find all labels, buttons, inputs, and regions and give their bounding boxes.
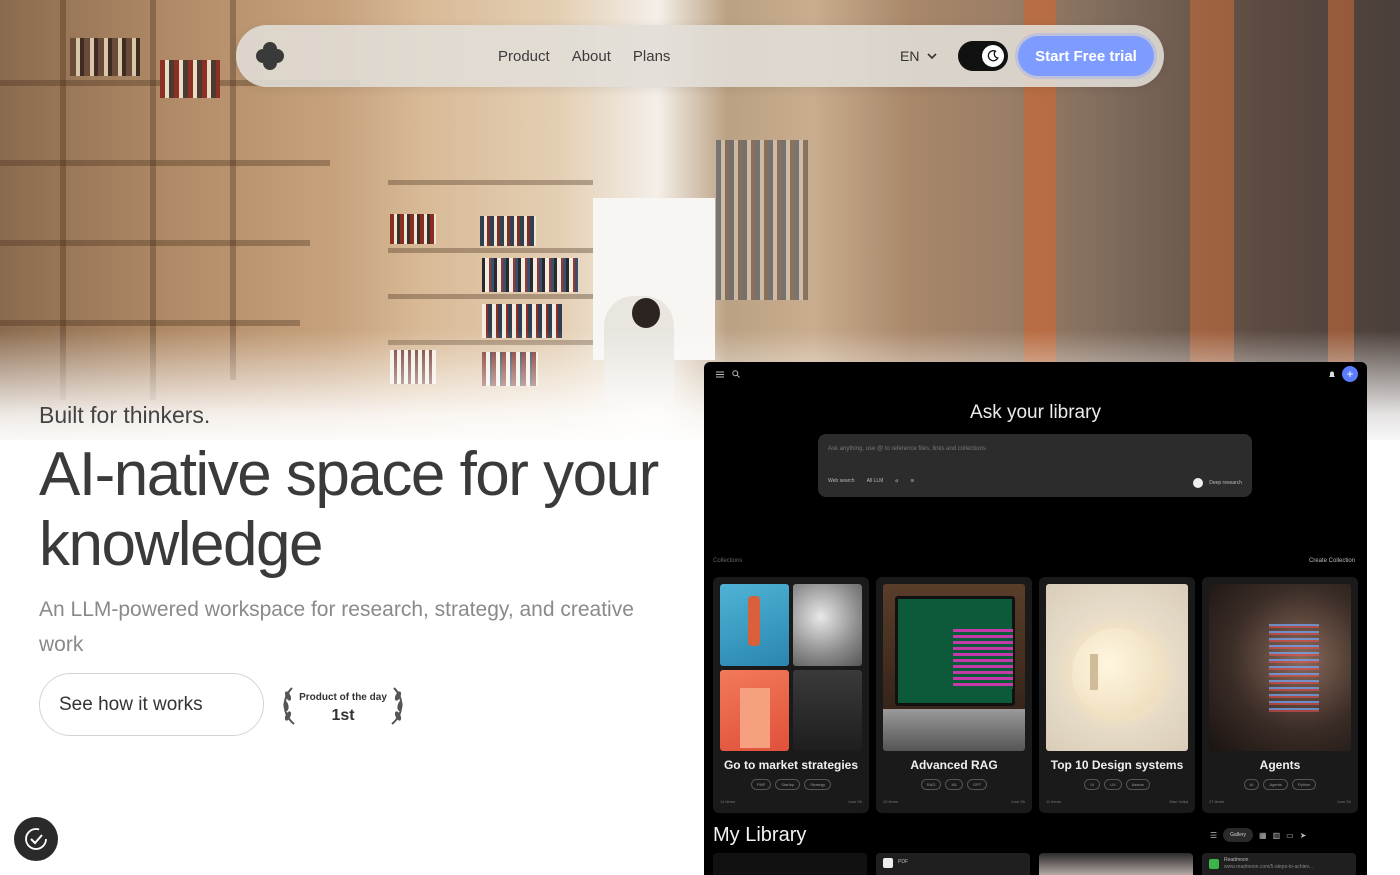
hero-subheadline: An LLM-powered workspace for research, s… [39,598,634,656]
owner-name: Ivan Sh [848,799,862,804]
filter-icon[interactable]: ≋ [910,478,914,484]
collection-title: Agents [1259,758,1301,772]
badge-rank: 1st [331,707,355,724]
library-item[interactable] [713,853,867,875]
collection-card[interactable]: Agents AI Agents Python 27 items Ivan Sh [1202,577,1358,813]
columns-view-icon[interactable]: ▥ [1273,831,1281,840]
search-placeholder: Ask anything, use @ to reference files, … [828,446,986,452]
deep-research-toggle[interactable]: Deep research [1193,478,1242,488]
tag[interactable]: UX [1104,779,1122,790]
list-view-icon[interactable]: ☰ [1210,831,1217,840]
board-view-icon[interactable]: ▭ [1286,831,1294,840]
language-selector[interactable]: EN [900,25,938,87]
collection-title: Top 10 Design systems [1050,758,1184,772]
share-icon[interactable]: ➤ [1300,831,1307,840]
link-title: Readmoon [1224,857,1249,863]
top-navbar: Product About Plans EN Start Free trial [236,25,1164,87]
owner-name: Ivan Sh [1011,799,1025,804]
moon-icon [982,45,1004,67]
collection-tags: AI Agents Python [1202,779,1358,790]
my-library-heading: My Library [713,824,807,846]
nav-link-plans[interactable]: Plans [633,48,671,65]
pdf-label: PDF [898,859,908,865]
collection-card[interactable]: Advanced RAG RAG ML GPT 10 items Ivan Sh [876,577,1032,813]
tag[interactable]: Strategy [804,779,832,790]
item-count: 27 items [1209,799,1225,804]
chevron-down-icon [927,52,938,59]
nav-link-about[interactable]: About [572,48,611,65]
collection-title: Advanced RAG [910,758,998,772]
check-gauge-icon [25,828,47,850]
collection-meta: 27 items Ivan Sh [1209,799,1351,804]
library-item[interactable]: PDF [876,853,1030,875]
hero-tagline: Built for thinkers. [39,402,211,428]
collection-tags: UI UX Assets [1039,779,1195,790]
view-switcher: ☰ Gallery ▦ ▥ ▭ ➤ [1210,828,1358,842]
llm-selector[interactable]: All LLM [867,478,884,484]
item-count: 11 items [1046,799,1061,804]
tag[interactable]: Agents [1263,779,1288,790]
collection-card[interactable]: Top 10 Design systems UI UX Assets 11 it… [1039,577,1195,813]
item-count: 10 items [883,799,899,804]
gallery-view-button[interactable]: Gallery [1223,828,1254,842]
collection-meta: 11 items Max Volka [1046,799,1188,804]
collection-meta: 10 items Ivan Sh [883,799,1025,804]
language-label: EN [900,48,920,64]
tag[interactable]: GPT [967,779,988,790]
collection-thumbnail [1046,584,1188,751]
nav-link-product[interactable]: Product [498,48,550,65]
search-tools: Web search All LLM ⌀ ≋ [828,478,915,484]
deep-research-label: Deep research [1209,480,1242,486]
product-of-the-day-badge[interactable]: Product of the day 1st [280,684,406,728]
dark-mode-toggle[interactable] [958,41,1008,71]
floating-assistant-button[interactable] [14,817,58,861]
tag[interactable]: UI [1084,779,1101,790]
link-favicon-icon [1209,859,1219,869]
collection-thumbnail [1209,584,1351,751]
library-search-input[interactable]: Ask anything, use @ to reference files, … [818,434,1252,497]
nav-links: Product About Plans [498,25,670,87]
bell-icon[interactable] [1328,370,1336,379]
tag[interactable]: Assets [1125,779,1150,790]
start-free-trial-button[interactable]: Start Free trial [1018,36,1154,76]
app-preview: + Ask your library Ask anything, use @ t… [704,362,1367,875]
create-collection-button[interactable]: Create Collection [1309,558,1355,564]
see-how-it-works-button[interactable]: See how it works [39,673,264,736]
item-count: 14 items [720,799,736,804]
collection-card[interactable]: Go to market strategies PMF Startup Stra… [713,577,869,813]
grid-view-icon[interactable]: ▦ [1259,831,1267,840]
collection-title: Go to market strategies [723,758,859,772]
collections-label: Collections [713,558,743,564]
link-url: www.readmoon.com/5-steps-to-achiev... [1224,864,1313,870]
collection-thumbnail [720,584,862,751]
attach-icon[interactable]: ⌀ [895,478,898,484]
badge-label: Product of the day [299,692,387,703]
owner-name: Max Volka [1169,799,1188,804]
tag[interactable]: PMF [750,779,772,790]
collection-tags: PMF Startup Strategy [713,779,869,790]
owner-name: Ivan Sh [1337,799,1351,804]
menu-icon[interactable] [716,371,724,378]
tag[interactable]: Startup [775,779,801,790]
app-title: Ask your library [970,402,1101,423]
hero-headline: AI-native space for your knowledge [39,440,659,579]
tag[interactable]: Python [1291,779,1317,790]
collection-thumbnail [883,584,1025,751]
app-topbar: + [704,362,1367,386]
web-search-toggle[interactable]: Web search [828,478,855,484]
library-item[interactable]: Readmoon www.readmoon.com/5-steps-to-ach… [1202,853,1356,875]
add-icon[interactable]: + [1342,366,1358,382]
tag[interactable]: ML [945,779,963,790]
document-icon [883,858,893,868]
brand-logo-icon[interactable] [254,40,286,72]
search-icon[interactable] [732,370,740,378]
tag[interactable]: RAG [920,779,942,790]
collection-tags: RAG ML GPT [876,779,1032,790]
collection-meta: 14 items Ivan Sh [720,799,862,804]
tag[interactable]: AI [1243,779,1260,790]
library-item[interactable] [1039,853,1193,875]
